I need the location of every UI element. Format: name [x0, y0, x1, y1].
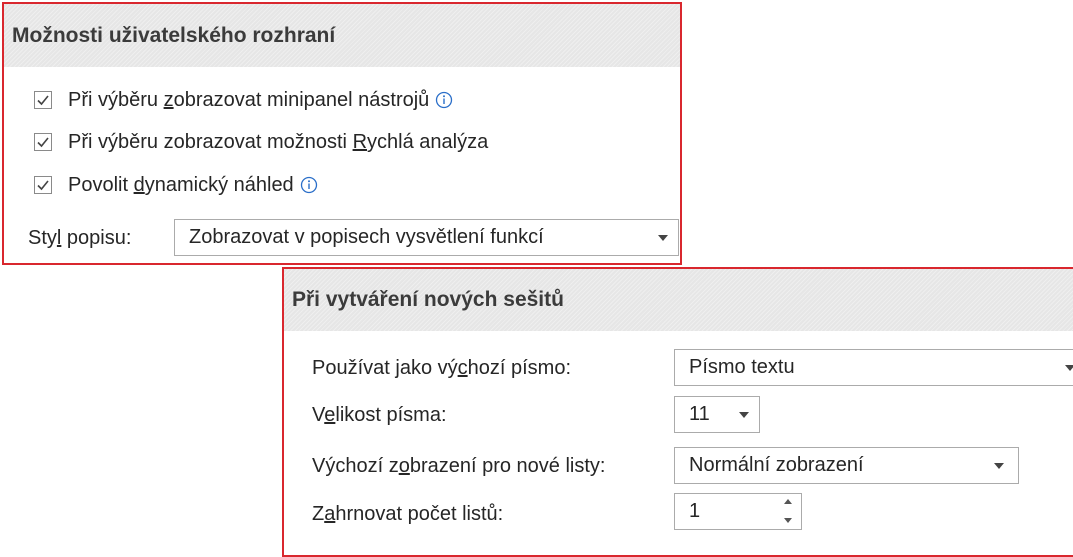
font-size-value: 11 — [689, 403, 710, 425]
checkmark-icon — [37, 95, 49, 106]
sheet-count-value: 1 — [689, 500, 701, 522]
default-view-value: Normální zobrazení — [689, 454, 864, 476]
chevron-down-icon — [739, 411, 749, 418]
chevron-down-icon — [1065, 364, 1073, 371]
spinner-arrows[interactable] — [783, 499, 793, 523]
section-header-new-workbooks: Při vytváření nových sešitů — [284, 269, 1073, 331]
default-font-value: Písmo textu — [689, 356, 795, 378]
checkmark-icon — [37, 137, 49, 148]
default-font-label: Používat jako výchozí písmo: — [312, 357, 572, 379]
spin-down-icon[interactable] — [784, 518, 792, 523]
spin-up-icon[interactable] — [784, 499, 792, 504]
chevron-down-icon — [658, 234, 668, 241]
mini-toolbar-checkbox[interactable] — [34, 91, 52, 109]
tooltip-style-dropdown[interactable]: Zobrazovat v popisech vysvětlení funkcí — [174, 219, 679, 256]
section-header-ui-options: Možnosti uživatelského rozhraní — [4, 4, 680, 67]
option-live-preview[interactable]: Povolit dynamický náhled — [4, 165, 680, 205]
tooltip-style-value: Zobrazovat v popisech vysvětlení funkcí — [189, 226, 544, 248]
default-view-label: Výchozí zobrazení pro nové listy: — [312, 455, 606, 477]
default-font-dropdown[interactable]: Písmo textu — [674, 349, 1073, 386]
info-icon[interactable] — [300, 176, 318, 194]
sheet-count-label: Zahrnovat počet listů: — [312, 503, 504, 525]
option-quick-analysis[interactable]: Při výběru zobrazovat možnosti Rychlá an… — [4, 122, 680, 162]
option-mini-toolbar[interactable]: Při výběru zobrazovat minipanel nástrojů — [4, 80, 680, 120]
new-workbooks-panel: Při vytváření nových sešitů Používat jak… — [282, 267, 1073, 557]
live-preview-label: Povolit dynamický náhled — [68, 173, 294, 196]
sheet-count-spinner[interactable]: 1 — [674, 493, 802, 530]
tooltip-style-label: Styl popisu: — [28, 227, 132, 249]
info-icon[interactable] — [435, 91, 453, 109]
quick-analysis-checkbox[interactable] — [34, 133, 52, 151]
live-preview-checkbox[interactable] — [34, 176, 52, 194]
font-size-label: Velikost písma: — [312, 404, 447, 426]
checkmark-icon — [37, 180, 49, 191]
mini-toolbar-label: Při výběru zobrazovat minipanel nástrojů — [68, 88, 430, 111]
chevron-down-icon — [994, 462, 1004, 469]
ui-options-panel: Možnosti uživatelského rozhraní Při výbě… — [2, 2, 682, 265]
font-size-dropdown[interactable]: 11 — [674, 396, 760, 433]
default-view-dropdown[interactable]: Normální zobrazení — [674, 447, 1019, 484]
quick-analysis-label: Při výběru zobrazovat možnosti Rychlá an… — [68, 130, 489, 153]
